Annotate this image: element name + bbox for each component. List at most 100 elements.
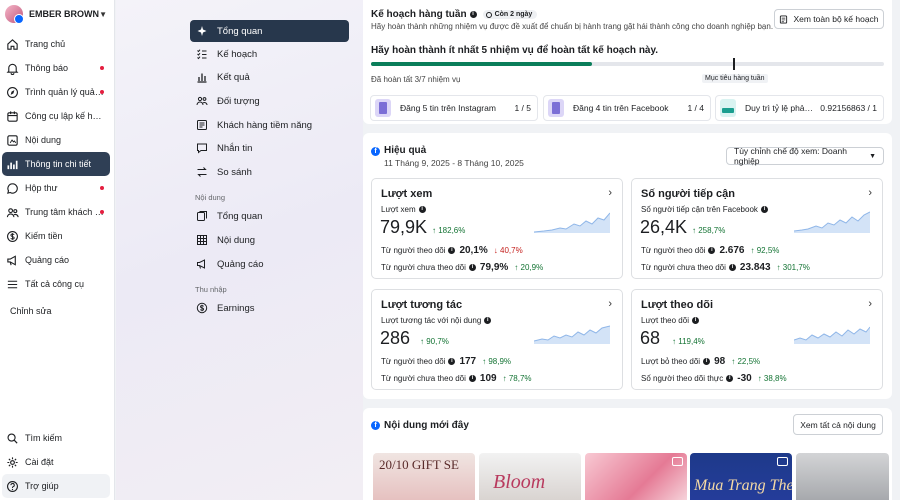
task-facebook[interactable]: Đăng 4 tin trên Facebook 1 / 4 [543,95,711,121]
calendar-icon [7,110,18,122]
weekly-plan-description: Hãy hoàn thành những nhiệm vụ được đề xu… [371,22,774,31]
sidebar-item-all-tools[interactable]: Tất cả công cụ [2,272,110,296]
info-icon[interactable]: i [418,206,426,213]
info-icon[interactable]: i [448,247,456,254]
info-icon[interactable]: i [760,206,768,213]
info-icon[interactable]: i [708,247,716,254]
leads-icon [197,120,207,130]
weekly-goal-marker [733,58,735,70]
sidebar-item-insights[interactable]: Thông tin chi tiết [2,152,110,176]
metric-delta: ↑ 90,7% [420,337,449,346]
home-icon [7,38,18,50]
metric-card-views[interactable]: Lượt xem › Lượt xem i 79,9K ↑ 182,6% Từ n… [371,178,623,279]
task-count: 1 / 4 [687,103,704,113]
notification-dot [100,90,104,94]
metric-subtitle: Lượt xem i [381,205,426,214]
view-mode-select[interactable]: Tùy chỉnh chế độ xem: Doanh nghiệp ▼ [726,146,884,166]
chevron-down-icon: ▼ [99,9,107,19]
metric-row-delta: ↑ 301,7% [777,263,810,272]
metric-row-label: Số người theo dõi thực [641,374,724,383]
subnav-item-audience[interactable]: Đối tượng [190,90,349,112]
weekly-goal-label: Mục tiêu hàng tuần [702,74,768,83]
info-icon[interactable]: i [703,358,711,365]
help-icon [7,480,18,492]
subnav-item-ads[interactable]: Quảng cáo [190,253,349,275]
subnav-item-content-overview[interactable]: Tổng quan [190,205,349,227]
sidebar-item-content[interactable]: Nội dung [2,128,110,152]
subnav-item-messaging[interactable]: Nhắn tin [190,137,349,159]
sidebar-item-monetization[interactable]: Kiếm tiền [2,224,110,248]
metric-card-follows[interactable]: Lượt theo dõi › Lượt theo dõi i 68 ↑ 119,… [631,289,883,390]
sidebar-item-label: Tất cả công cụ [25,279,85,289]
chevron-right-icon[interactable]: › [868,187,872,199]
document-icon [780,14,788,24]
sparkline-chart [534,325,610,344]
sidebar-item-settings[interactable]: Cài đặt [2,450,110,474]
metric-card-interactions[interactable]: Lượt tương tác › Lượt tương tác với nội … [371,289,623,390]
audience-icon [196,96,208,106]
sidebar-item-inbox[interactable]: Hộp thư [2,176,110,200]
metric-card-reach[interactable]: Số người tiếp cận › Số người tiếp cận tr… [631,178,883,279]
subnav-item-leads[interactable]: Khách hàng tiềm năng [190,114,349,136]
subnav-label: Khách hàng tiềm năng [217,119,313,131]
sidebar-item-help[interactable]: Trợ giúp [2,474,110,498]
content-thumbnail[interactable]: Bloom [479,453,581,500]
edit-nav-link[interactable]: Chỉnh sửa [10,306,114,316]
info-icon[interactable]: i [468,375,476,382]
metric-row-label: Từ người theo dõi [641,246,706,255]
task-response-rate[interactable]: Duy trì tỷ lệ phản ... 0.92156863 / 1 [715,95,884,121]
sidebar-item-home[interactable]: Trang chủ [2,32,110,56]
sidebar-item-ads[interactable]: Quảng cáo [2,248,110,272]
recent-content-card: f Nội dung mới đây Xem tất cả nội dung 2… [363,408,892,500]
metric-row-label: Từ người chưa theo dõi [381,263,466,272]
chevron-right-icon[interactable]: › [608,187,612,199]
subnav-section-content: Nội dung [195,193,226,202]
insights-subnav: Tổng quan Kế hoạch Kết quả Đối tượng Khá… [116,0,459,500]
task-count: 0.92156863 / 1 [820,103,877,113]
sidebar-item-label: Trợ giúp [25,481,59,491]
sidebar-item-customer-center[interactable]: Trung tâm khách h... [2,200,110,224]
content-thumbnail[interactable] [585,453,687,500]
chevron-right-icon[interactable]: › [868,298,872,310]
view-all-content-button[interactable]: Xem tất cả nội dung [793,414,883,435]
info-icon[interactable]: i [469,11,477,18]
subnav-item-earnings[interactable]: Earnings [190,297,349,319]
info-icon[interactable]: i [691,317,699,324]
subnav-label: Tổng quan [217,210,263,222]
view-full-plan-button[interactable]: Xem toàn bộ kế hoạch [774,9,884,29]
subnav-item-content[interactable]: Nội dung [190,229,349,251]
weekly-plan-card: Kế hoạch hàng tuần i Còn 2 ngày Hãy hoàn… [363,0,892,124]
subnav-item-compare[interactable]: So sánh [190,161,349,183]
metric-subtitle: Lượt theo dõi i [641,316,699,325]
metric-row-delta-value: 78,7% [508,374,532,383]
megaphone-icon [197,259,205,269]
metric-value: 26,4K [640,217,688,237]
content-thumbnail[interactable]: 20/10 GIFT SE [373,453,475,500]
sidebar-item-planner[interactable]: Công cụ lập kế hoạch [2,104,110,128]
info-icon[interactable]: i [468,264,476,271]
sidebar-item-notifications[interactable]: Thông báo [2,56,110,80]
insights-icon [7,160,18,169]
subnav-item-results[interactable]: Kết quả [190,66,349,88]
metric-delta-value: 258,7% [698,226,726,235]
profile-switcher[interactable]: EMBER BROWN ▼ [2,2,111,26]
subnav-item-overview[interactable]: Tổng quan [190,20,349,42]
task-instagram[interactable]: Đăng 5 tin trên Instagram 1 / 5 [370,95,538,121]
subnav-item-plan[interactable]: Kế hoạch [190,43,349,65]
sidebar-item-ads-manager[interactable]: Trình quản lý quảng ... [2,80,110,104]
info-icon[interactable]: i [484,317,492,324]
sidebar-item-search[interactable]: Tìm kiếm [2,426,110,450]
subnav-label: Nội dung [217,234,256,246]
chevron-right-icon[interactable]: › [608,298,612,310]
metric-title: Lượt xem [381,188,433,200]
image-icon [777,457,788,466]
info-icon[interactable]: i [728,264,736,271]
metric-row-value: -30 [737,373,752,384]
info-icon[interactable]: i [726,375,734,382]
content-thumbnail[interactable] [796,453,889,500]
info-icon[interactable]: i [448,358,456,365]
people-icon [6,207,19,217]
subnav-label: Nhắn tin [217,142,253,154]
content-thumbnail[interactable]: Mua Trang The [690,453,792,500]
earnings-icon [196,302,208,314]
